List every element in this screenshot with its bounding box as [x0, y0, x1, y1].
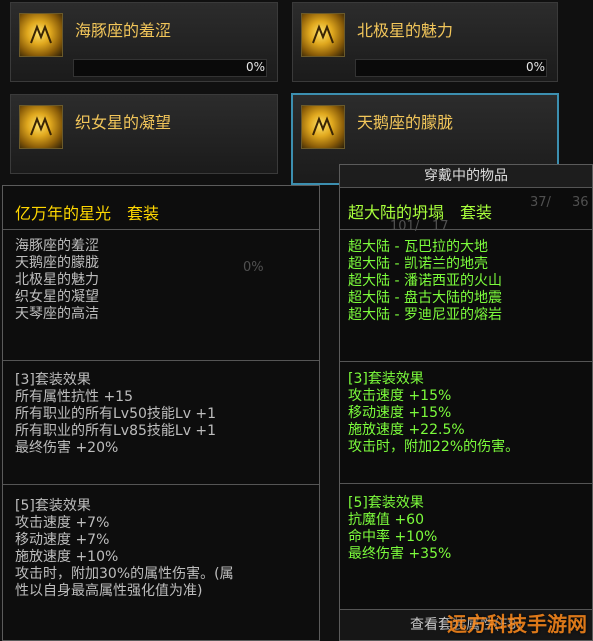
- set-item-list: 海豚座的羞涩 天鹅座的朦胧 北极星的魅力 织女星的凝望 天琴座的高洁: [15, 238, 99, 323]
- set-effect-line: 施放速度 +10%: [15, 549, 119, 565]
- set-effect-line: 所有职业的所有Lv50技能Lv +1: [15, 406, 217, 422]
- set-effect-3: [3]套装效果 所有属性抗性 +15 所有职业的所有Lv50技能Lv +1 所有…: [15, 372, 216, 457]
- set-effect-line: 所有属性抗性 +15: [15, 389, 133, 405]
- constellation-item-icon: [301, 13, 345, 57]
- set-title: 超大陆的坍塌 套装: [348, 203, 493, 222]
- set-item: 织女星的凝望: [15, 289, 99, 305]
- divider: [340, 361, 592, 362]
- set-effect-line: 攻击速度 +7%: [15, 515, 110, 531]
- set-item: 超大陆 - 潘诺西亚的火山: [348, 273, 502, 289]
- set-effect-line: 攻击时，附加22%的伤害。: [348, 439, 520, 455]
- divider: [3, 229, 319, 230]
- set-item: 海豚座的羞涩: [15, 238, 99, 254]
- ghost-value: 37/: [530, 195, 551, 210]
- set-item-list: 超大陆 - 瓦巴拉的大地 超大陆 - 凯诺兰的地壳 超大陆 - 潘诺西亚的火山 …: [348, 239, 502, 324]
- set-effect-header: [5]套装效果: [15, 498, 91, 514]
- set-effect-header: [3]套装效果: [15, 372, 91, 388]
- set-item: 天鹅座的朦胧: [15, 255, 99, 271]
- set-effect-line: 最终伤害 +35%: [348, 546, 452, 562]
- set-item: 超大陆 - 凯诺兰的地壳: [348, 256, 488, 272]
- set-tooltip-panel: 亿万年的星光 套装 0% 海豚座的羞涩 天鹅座的朦胧 北极星的魅力 织女星的凝望…: [2, 185, 320, 641]
- divider: [3, 360, 319, 361]
- set-effect-line: 移动速度 +7%: [15, 532, 110, 548]
- slot-percent: 0%: [245, 60, 265, 74]
- progress-bar: [355, 59, 547, 77]
- slot-vega[interactable]: 织女星的凝望: [10, 94, 278, 174]
- set-item: 超大陆 - 盘古大陆的地震: [348, 290, 502, 306]
- constellation-item-icon: [19, 105, 63, 149]
- divider: [340, 483, 592, 484]
- set-effect-line: 命中率 +10%: [348, 529, 438, 545]
- set-item: 超大陆 - 瓦巴拉的大地: [348, 239, 488, 255]
- set-effect-line: 移动速度 +15%: [348, 405, 452, 421]
- slot-name: 天鹅座的朦胧: [357, 113, 454, 132]
- set-effect-line: 性以自身最高属性强化值为准): [15, 583, 203, 599]
- site-watermark: 远方科技手游网: [447, 612, 587, 636]
- set-title: 亿万年的星光 套装: [15, 204, 160, 223]
- slot-name: 海豚座的羞涩: [75, 21, 172, 40]
- constellation-item-icon: [19, 13, 63, 57]
- set-effect-line: 施放速度 +22.5%: [348, 422, 465, 438]
- slot-percent: 0%: [525, 60, 545, 74]
- slot-dolphin[interactable]: 海豚座的羞涩 0%: [10, 2, 278, 82]
- set-effect-5: [5]套装效果 抗魔值 +60 命中率 +10% 最终伤害 +35%: [348, 495, 451, 563]
- slot-polaris[interactable]: 北极星的魅力 0%: [292, 2, 558, 82]
- slot-name: 北极星的魅力: [357, 21, 454, 40]
- ghost-percent: 0%: [243, 260, 264, 275]
- set-item: 北极星的魅力: [15, 272, 99, 288]
- set-effect-header: [3]套装效果: [348, 371, 424, 387]
- divider: [340, 229, 592, 230]
- equipped-item-panel: 穿戴中的物品 37/ 36 101/ 17 超大陆的坍塌 套装 超大陆 - 瓦巴…: [339, 164, 593, 641]
- ghost-value: 36: [572, 195, 589, 210]
- panel-header: 穿戴中的物品: [340, 165, 592, 188]
- set-item: 天琴座的高洁: [15, 306, 99, 322]
- set-effect-5: [5]套装效果 攻击速度 +7% 移动速度 +7% 施放速度 +10% 攻击时，…: [15, 498, 234, 600]
- set-effect-line: 最终伤害 +20%: [15, 440, 119, 456]
- set-effect-line: 所有职业的所有Lv85技能Lv +1: [15, 423, 217, 439]
- constellation-item-icon: [301, 105, 345, 149]
- set-effect-line: 攻击时，附加30%的属性伤害。(属: [15, 566, 234, 582]
- set-effect-line: 攻击速度 +15%: [348, 388, 452, 404]
- set-effect-line: 抗魔值 +60: [348, 512, 424, 528]
- divider: [3, 484, 319, 485]
- set-effect-header: [5]套装效果: [348, 495, 424, 511]
- progress-bar: [73, 59, 267, 77]
- set-effect-3: [3]套装效果 攻击速度 +15% 移动速度 +15% 施放速度 +22.5% …: [348, 371, 519, 456]
- set-item: 超大陆 - 罗迪尼亚的熔岩: [348, 307, 502, 323]
- slot-name: 织女星的凝望: [75, 113, 172, 132]
